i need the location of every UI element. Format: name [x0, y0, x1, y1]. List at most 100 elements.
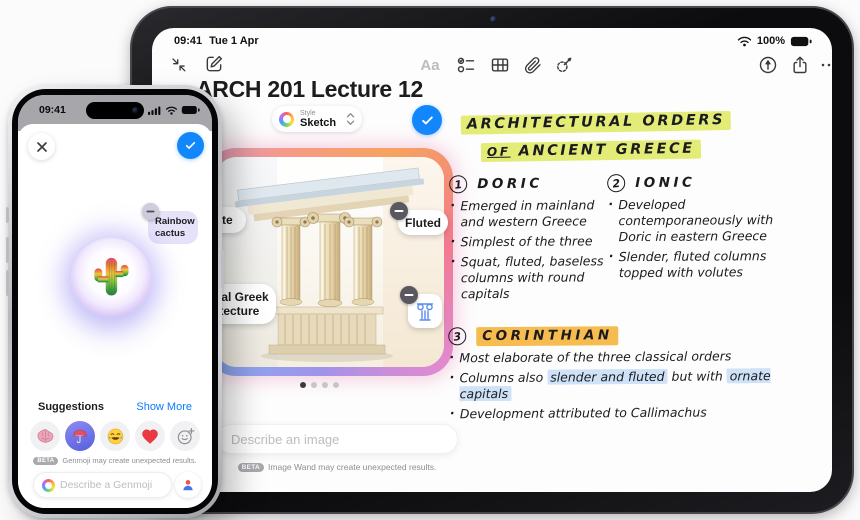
notes-section-ionic: 2 IONIC Developed contemporaneously with… — [607, 173, 796, 285]
compose-icon — [204, 54, 224, 74]
greek-columns-image — [215, 157, 444, 367]
more-options-button[interactable] — [815, 51, 832, 79]
ellipsis-icon — [820, 56, 832, 74]
section-title-corinthian: CORINTHIAN — [476, 327, 618, 344]
laughing-crying-emoji-icon — [106, 427, 125, 446]
volume-up-button — [6, 237, 9, 263]
genmoji-disclaimer-text: Genmoji may create unexpected results. — [62, 456, 196, 465]
ipad-device-frame: 09:41Tue 1 Apr 100% Aa — [130, 6, 854, 514]
attach-button[interactable] — [518, 51, 546, 79]
section-title-ionic: IONIC — [635, 175, 695, 191]
handwritten-notes: ARCHITECTURAL ORDERS OFANCIENT GREECE 1 … — [447, 107, 832, 492]
image-wand-disclaimer: BETA Image Wand may create unexpected re… — [216, 462, 458, 472]
action-button — [6, 207, 9, 223]
style-picker[interactable]: Style Sketch — [272, 106, 362, 132]
describe-genmoji-field[interactable] — [33, 472, 172, 498]
umbrella-genmoji-chip[interactable] — [65, 421, 95, 451]
style-picker-value: Sketch — [300, 118, 336, 129]
ipad-status-bar-right: 100% — [737, 35, 812, 47]
blue-highlight: slender and fluted — [547, 369, 667, 385]
iphone-genmoji-screen: 09:41 Rainbow cactus — [18, 95, 212, 508]
doric-bullet: Emerged in mainland and western Greece — [449, 197, 609, 230]
circled-number: 2 — [606, 173, 626, 193]
paperclip-icon — [523, 56, 542, 75]
checklist-button[interactable] — [452, 51, 480, 79]
add-emoji-icon — [176, 427, 195, 446]
remove-thumbnail-tag-button[interactable] — [400, 286, 418, 304]
minus-icon — [394, 206, 404, 216]
apple-intelligence-icon — [42, 479, 55, 492]
generated-image-card[interactable] — [206, 148, 453, 376]
compose-note-button[interactable] — [200, 50, 228, 78]
umbrella-emoji-icon — [71, 427, 89, 445]
ipad-clock: 09:41 — [174, 35, 202, 47]
brain-emoji-icon — [36, 428, 55, 444]
pager-dot[interactable] — [300, 382, 306, 388]
circled-number: 3 — [447, 326, 467, 346]
iphone-clock: 09:41 — [39, 104, 66, 116]
doric-bullet: Simplest of the three — [450, 233, 610, 250]
wifi-icon — [165, 106, 178, 115]
markup-pencil-icon — [758, 55, 778, 75]
minus-icon — [146, 207, 155, 216]
share-button[interactable] — [786, 51, 814, 79]
remove-fluted-tag-button[interactable] — [390, 202, 408, 220]
cellular-signal-icon — [148, 106, 161, 115]
ipad-front-camera — [490, 16, 497, 23]
describe-genmoji-input[interactable] — [60, 479, 163, 491]
remove-genmoji-prompt-button[interactable] — [142, 203, 159, 220]
close-icon — [36, 141, 48, 153]
corinthian-bullet: Most elaborate of the three classical or… — [448, 348, 796, 366]
laughing-emoji-chip[interactable] — [100, 421, 130, 451]
markup-button[interactable] — [754, 51, 782, 79]
collapse-window-button[interactable] — [164, 50, 192, 78]
image-playground-style-icon — [279, 112, 294, 127]
notes-heading-line1: ARCHITECTURAL ORDERS — [461, 112, 732, 133]
column-sketch-icon — [413, 299, 437, 323]
describe-image-input[interactable] — [216, 424, 458, 454]
table-button[interactable] — [486, 51, 514, 79]
text-format-button[interactable]: Aa — [416, 51, 444, 79]
emoji-suggestions-row — [18, 421, 212, 451]
ionic-bullet: Slender, fluted columns topped with volu… — [608, 248, 796, 281]
heart-emoji-chip[interactable] — [135, 421, 165, 451]
wifi-icon — [737, 36, 752, 47]
people-picker-button[interactable] — [175, 472, 201, 498]
doric-bullet: Squat, fluted, baseless columns with rou… — [450, 253, 610, 302]
corinthian-bullet: Columns also slender and fluted but with… — [448, 368, 796, 402]
rainbow-cactus-emoji — [90, 255, 132, 301]
section-title-doric: DORIC — [477, 176, 543, 192]
volume-down-button — [6, 270, 9, 296]
genmoji-preview-bubble — [71, 238, 151, 318]
iphone-device-frame: 09:41 Rainbow cactus — [8, 85, 222, 518]
battery-icon — [790, 36, 812, 47]
show-more-link[interactable]: Show More — [136, 401, 192, 413]
beta-badge: BETA — [238, 463, 264, 472]
image-variant-pager[interactable] — [300, 382, 339, 388]
ipad-notes-app-screen: 09:41Tue 1 Apr 100% Aa — [152, 28, 832, 492]
notes-section-corinthian: 3 CORINTHIAN Most elaborate of the three… — [448, 325, 797, 426]
genmoji-disclaimer: BETA Genmoji may create unexpected resul… — [18, 456, 212, 465]
notes-section-doric: 1 DORIC Emerged in mainland and western … — [449, 174, 610, 306]
text-format-aa-label: Aa — [420, 57, 439, 74]
image-wand-icon — [554, 55, 574, 75]
accept-image-button[interactable] — [412, 105, 442, 135]
image-wand-button[interactable] — [550, 51, 578, 79]
checkmark-icon — [184, 139, 197, 152]
battery-icon — [181, 105, 200, 115]
pager-dot[interactable] — [322, 382, 328, 388]
pager-dot[interactable] — [311, 382, 317, 388]
brain-emoji-chip[interactable] — [30, 421, 60, 451]
checkmark-icon — [420, 113, 435, 128]
dynamic-island — [86, 102, 144, 119]
minus-icon — [404, 290, 414, 300]
ipad-battery-percent: 100% — [757, 35, 785, 47]
confirm-genmoji-button[interactable] — [177, 132, 204, 159]
pager-dot[interactable] — [333, 382, 339, 388]
suggestions-header: Suggestions Show More — [18, 401, 212, 413]
iphone-status-icons — [148, 105, 200, 115]
new-genmoji-chip[interactable] — [170, 421, 200, 451]
ipad-status-bar-left: 09:41Tue 1 Apr — [174, 35, 259, 47]
notes-heading-line2: OFANCIENT GREECE — [481, 141, 701, 160]
close-genmoji-button[interactable] — [28, 133, 55, 160]
